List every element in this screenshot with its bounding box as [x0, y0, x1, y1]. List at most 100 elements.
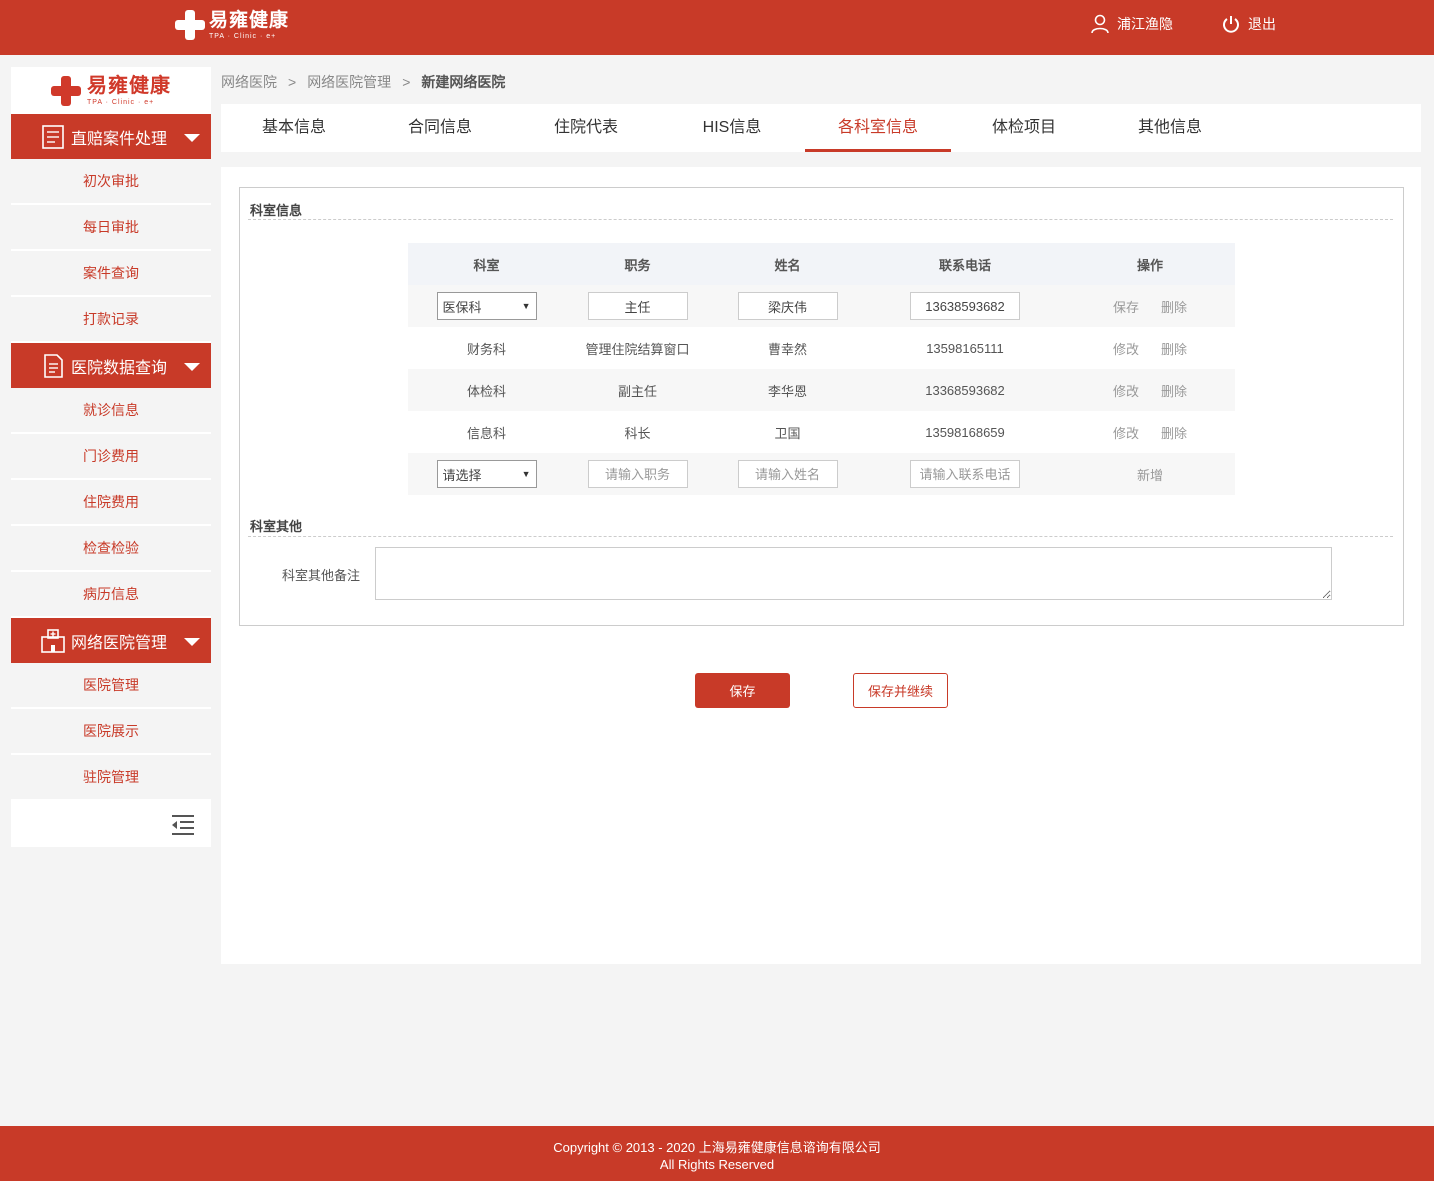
tab-department-info[interactable]: 各科室信息 — [805, 104, 951, 152]
department-select-value: 医保科 — [442, 299, 482, 315]
row-delete-link[interactable]: 删除 — [1161, 384, 1187, 399]
other-section-title: 科室其他 — [250, 519, 303, 534]
user-icon — [1091, 14, 1109, 34]
department-select[interactable]: 医保科 ▼ — [436, 292, 537, 320]
new-department-select[interactable]: 请选择 ▼ — [436, 460, 537, 488]
save-and-continue-button[interactable]: 保存并继续 — [853, 673, 948, 708]
save-button[interactable]: 保存 — [695, 673, 790, 708]
phone-cell: 13598165111 — [865, 327, 1065, 369]
new-name-input[interactable] — [737, 460, 838, 488]
tab-contract-info[interactable]: 合同信息 — [367, 104, 513, 152]
sidebar-item-lab-tests[interactable]: 检查检验 — [11, 526, 211, 572]
sidebar-item-resident-management[interactable]: 驻院管理 — [11, 755, 211, 801]
name-cell: 李华恩 — [710, 369, 865, 411]
row-save-link[interactable]: 保存 — [1113, 300, 1139, 315]
column-header: 科室 — [408, 243, 565, 285]
header-logo-sub: TPA · Clinic · e+ — [209, 32, 277, 40]
breadcrumb-item[interactable]: 网络医院 — [221, 74, 277, 90]
sidebar-item-medical-records[interactable]: 病历信息 — [11, 572, 211, 618]
add-row-link[interactable]: 新增 — [1137, 468, 1163, 483]
new-department-placeholder: 请选择 — [442, 467, 482, 483]
hospital-icon — [41, 628, 65, 653]
dropdown-arrow-icon: ▼ — [521, 301, 531, 311]
sidebar-logo-name: 易雍健康 — [87, 74, 171, 97]
title-cell: 管理住院结算窗口 — [565, 327, 710, 369]
breadcrumb-separator: > — [402, 74, 411, 90]
name-cell: 卫国 — [710, 411, 865, 453]
sidebar-logo: 易雍健康 TPA · Clinic · e+ — [11, 67, 211, 114]
user-menu[interactable]: 浦江渔隐 — [1091, 14, 1173, 34]
table-row: 信息科 科长 卫国 13598168659 修改 删除 — [408, 411, 1235, 453]
phone-input[interactable] — [910, 292, 1020, 320]
chevron-down-icon — [184, 638, 200, 646]
sidebar-item-hospital-display[interactable]: 医院展示 — [11, 709, 211, 755]
sidebar-item-daily-approval[interactable]: 每日审批 — [11, 205, 211, 251]
chevron-down-icon — [184, 363, 200, 371]
cross-logo-icon — [51, 75, 81, 106]
sidebar-item-hospital-management[interactable]: 医院管理 — [11, 663, 211, 709]
name-input[interactable] — [737, 292, 838, 320]
footer-copyright: Copyright © 2013 - 2020 上海易雍健康信息谘询有限公司 — [553, 1140, 881, 1155]
sidebar-item-outpatient-fees[interactable]: 门诊费用 — [11, 434, 211, 480]
table-row-new: 请选择 ▼ 新增 — [408, 453, 1235, 495]
department-section-title: 科室信息 — [250, 203, 303, 218]
remark-textarea[interactable] — [375, 547, 1332, 600]
sidebar-item-payment-records[interactable]: 打款记录 — [11, 297, 211, 343]
sidebar-item-inpatient-fees[interactable]: 住院费用 — [11, 480, 211, 526]
column-header: 姓名 — [710, 243, 865, 285]
tab-his-info[interactable]: HIS信息 — [659, 104, 805, 152]
department-table: 科室 职务 姓名 联系电话 操作 医保科▼ 保存删除 财务科 管理住院结算 — [408, 243, 1235, 495]
dropdown-arrow-icon: ▼ — [521, 469, 531, 479]
tab-bar: 基本信息 合同信息 住院代表 HIS信息 各科室信息 体检项目 其他信息 — [221, 104, 1421, 152]
logout-button[interactable]: 退出 — [1222, 14, 1276, 34]
new-phone-input[interactable] — [910, 460, 1020, 488]
sidebar-item-initial-approval[interactable]: 初次审批 — [11, 159, 211, 205]
row-delete-link[interactable]: 删除 — [1161, 300, 1187, 315]
sidebar-group-label: 医院数据查询 — [71, 359, 168, 377]
column-header: 联系电话 — [865, 243, 1065, 285]
claims-icon — [42, 124, 64, 149]
tab-inpatient-rep[interactable]: 住院代表 — [513, 104, 659, 152]
row-edit-link[interactable]: 修改 — [1113, 426, 1139, 441]
column-header: 操作 — [1065, 243, 1235, 285]
row-edit-link[interactable]: 修改 — [1113, 384, 1139, 399]
header-logo[interactable]: 易雍健康 TPA · Clinic · e+ — [175, 10, 289, 40]
table-row: 体检科 副主任 李华恩 13368593682 修改 删除 — [408, 369, 1235, 411]
title-input[interactable] — [587, 292, 688, 320]
name-cell: 曹幸然 — [710, 327, 865, 369]
sidebar-group-claims[interactable]: 直赔案件处理 — [11, 114, 211, 159]
breadcrumb-item[interactable]: 网络医院管理 — [307, 74, 391, 90]
title-cell: 副主任 — [565, 369, 710, 411]
section-divider — [248, 219, 1393, 220]
row-delete-link[interactable]: 删除 — [1161, 342, 1187, 357]
tab-checkup-items[interactable]: 体检项目 — [951, 104, 1097, 152]
collapse-menu-icon[interactable] — [170, 814, 196, 836]
sidebar-item-case-query[interactable]: 案件查询 — [11, 251, 211, 297]
breadcrumb-current: 新建网络医院 — [421, 74, 506, 90]
main-panel: 科室信息 科室 职务 姓名 联系电话 操作 医保科▼ 保存删除 — [221, 167, 1421, 964]
sidebar-collapse-bar — [11, 801, 211, 847]
tab-basic-info[interactable]: 基本信息 — [221, 104, 367, 152]
cross-logo-icon — [175, 10, 205, 40]
chevron-down-icon — [184, 134, 200, 142]
breadcrumb-separator: > — [288, 74, 297, 90]
sidebar-group-hospital-data[interactable]: 医院数据查询 — [11, 343, 211, 388]
new-title-input[interactable] — [587, 460, 688, 488]
row-delete-link[interactable]: 删除 — [1161, 426, 1187, 441]
header-logo-name: 易雍健康 — [209, 9, 290, 31]
title-cell: 科长 — [565, 411, 710, 453]
department-cell: 体检科 — [408, 369, 565, 411]
power-icon — [1223, 16, 1239, 33]
column-header: 职务 — [565, 243, 710, 285]
tab-other-info[interactable]: 其他信息 — [1097, 104, 1243, 152]
row-edit-link[interactable]: 修改 — [1113, 342, 1139, 357]
department-form-box: 科室信息 科室 职务 姓名 联系电话 操作 医保科▼ 保存删除 — [239, 187, 1404, 626]
breadcrumb: 网络医院 > 网络医院管理 > 新建网络医院 — [221, 72, 505, 92]
footer-rights: All Rights Reserved — [659, 1157, 775, 1172]
department-cell: 信息科 — [408, 411, 565, 453]
top-bar: 易雍健康 TPA · Clinic · e+ 浦江渔隐 退出 — [0, 0, 1434, 55]
remark-label: 科室其他备注 — [282, 568, 361, 583]
sidebar-group-network-hospital[interactable]: 网络医院管理 — [11, 618, 211, 663]
table-row-editing: 医保科 ▼ 保存 删除 — [408, 285, 1235, 327]
sidebar-item-visit-info[interactable]: 就诊信息 — [11, 388, 211, 434]
